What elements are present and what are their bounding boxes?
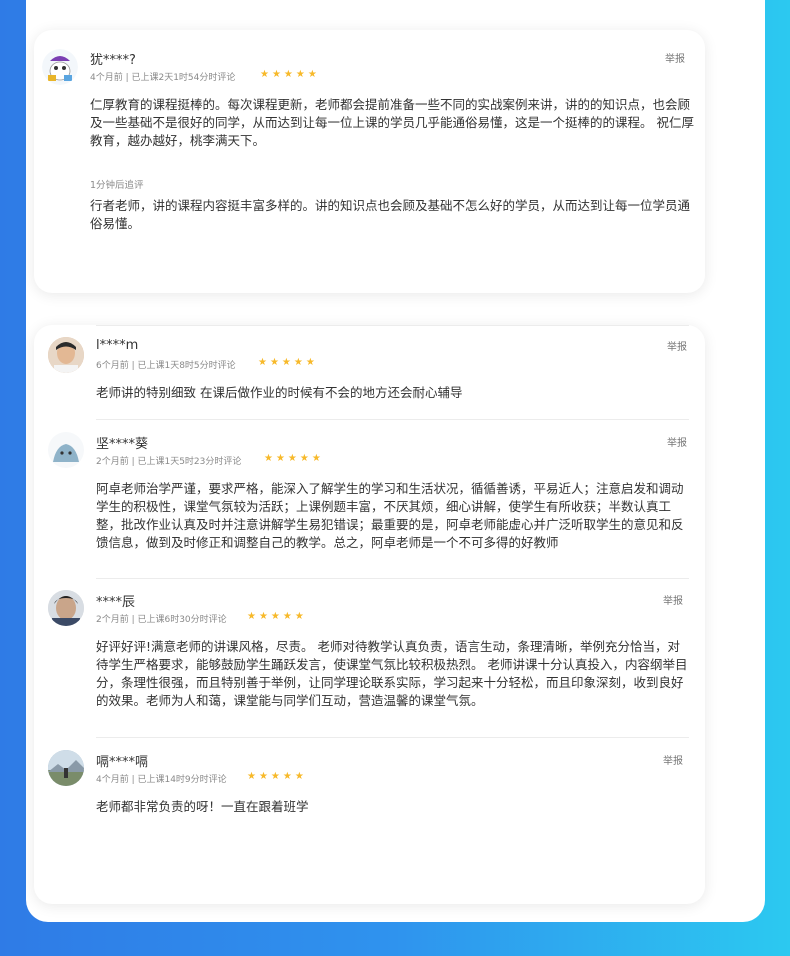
review-text: 老师讲的特别细致 在课后做作业的时候有不会的地方还会耐心辅导 bbox=[96, 385, 463, 400]
username: 犹****? bbox=[90, 53, 136, 68]
photo-avatar-icon bbox=[48, 337, 84, 373]
review-text: 仁厚教育的课程挺棒的。每次课程更新，老师都会提前准备一些不同的实战案例来讲，讲的… bbox=[90, 97, 694, 148]
username: ****辰 bbox=[96, 595, 136, 610]
follow-up-label: 1分钟后追评 bbox=[90, 180, 144, 191]
avatar[interactable] bbox=[48, 750, 84, 786]
report-button[interactable]: 举报 bbox=[667, 338, 687, 353]
photo-avatar-icon bbox=[48, 750, 84, 786]
username: l****m bbox=[96, 338, 139, 353]
divider bbox=[96, 737, 689, 738]
rating-stars: ★★★★★ bbox=[247, 611, 307, 622]
report-button[interactable]: 举报 bbox=[665, 50, 685, 65]
avatar[interactable] bbox=[48, 337, 84, 373]
divider bbox=[96, 578, 689, 579]
divider bbox=[96, 419, 689, 420]
avatar[interactable] bbox=[48, 590, 84, 626]
rating-stars: ★★★★★ bbox=[260, 69, 320, 80]
cartoon-avatar-icon bbox=[42, 49, 78, 85]
review-card: 犹****? 4个月前 | 已上课2天1时54分时评论 ★★★★★ 举报 仁厚教… bbox=[34, 30, 705, 293]
avatar[interactable] bbox=[42, 49, 78, 85]
divider bbox=[96, 325, 689, 326]
follow-up-text: 行者老师，讲的课程内容挺丰富多样的。讲的知识点也会顾及基础不怎么好的学员，从而达… bbox=[90, 198, 691, 231]
review-text: 阿卓老师治学严谨，要求严格，能深入了解学生的学习和生活状况，循循善诱，平易近人；… bbox=[96, 481, 684, 550]
report-button[interactable]: 举报 bbox=[667, 434, 687, 449]
rating-stars: ★★★★★ bbox=[264, 453, 324, 464]
review-meta: 6个月前 | 已上课1天8时5分时评论 bbox=[96, 361, 236, 371]
report-button[interactable]: 举报 bbox=[663, 752, 683, 767]
review-meta: 2个月前 | 已上课1天5时23分时评论 bbox=[96, 457, 242, 467]
review-meta: 4个月前 | 已上课2天1时54分时评论 bbox=[90, 73, 236, 83]
username: 嗝****嗝 bbox=[96, 755, 149, 770]
avatar[interactable] bbox=[48, 432, 84, 468]
review-card: l****m 6个月前 | 已上课1天8时5分时评论 ★★★★★ 举报 老师讲的… bbox=[34, 325, 705, 904]
review-text: 好评好评!满意老师的讲课风格，尽责。 老师对待教学认真负责，语言生动，条理清晰，… bbox=[96, 639, 688, 708]
review-text: 老师都非常负责的呀！一直在跟着班学 bbox=[96, 799, 309, 814]
cartoon-avatar-icon bbox=[48, 432, 84, 468]
review-meta: 4个月前 | 已上课14时9分时评论 bbox=[96, 775, 227, 785]
report-button[interactable]: 举报 bbox=[663, 592, 683, 607]
rating-stars: ★★★★★ bbox=[258, 357, 318, 368]
review-meta: 2个月前 | 已上课6时30分时评论 bbox=[96, 615, 227, 625]
username: 坚****葵 bbox=[96, 437, 149, 452]
rating-stars: ★★★★★ bbox=[247, 771, 307, 782]
photo-avatar-icon bbox=[48, 590, 84, 626]
